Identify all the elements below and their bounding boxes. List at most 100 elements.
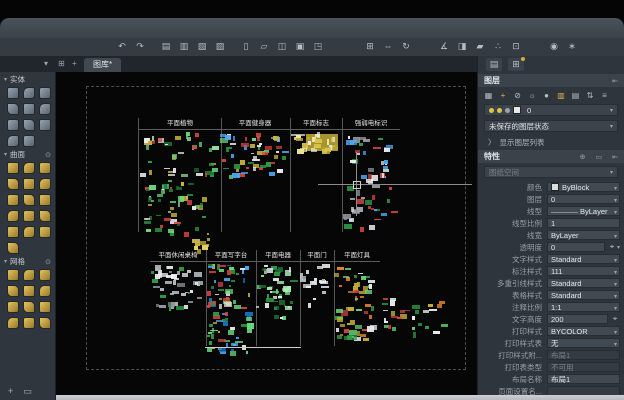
property-value-plot-style-table[interactable]: 无▾ <box>547 338 620 348</box>
palette-section-2[interactable]: ▾网格⊙ <box>4 256 55 267</box>
palette-tool-icon[interactable] <box>39 226 51 238</box>
layer-states-icon[interactable]: ≡ <box>599 90 610 101</box>
panel-collapse-icon[interactable]: ⇤ <box>612 77 618 85</box>
palette-tab-layers[interactable]: ▤ <box>486 58 502 71</box>
quick-select-icon[interactable]: ⇤ <box>612 153 618 161</box>
layer-color-icon[interactable]: ▥ <box>556 90 567 101</box>
palette-tool-icon[interactable] <box>7 226 19 238</box>
print-icon[interactable]: ▤ <box>160 40 172 52</box>
palette-tool-icon[interactable] <box>23 178 35 190</box>
palette-add-button[interactable]: + <box>8 386 13 397</box>
property-value-layout-name[interactable]: 布局1 <box>547 374 620 384</box>
palette-section-1[interactable]: ▾曲面⊙ <box>4 149 55 160</box>
palette-tool-icon[interactable] <box>7 87 19 99</box>
palette-tool-icon[interactable] <box>39 285 51 297</box>
export-icon[interactable]: ◳ <box>312 40 324 52</box>
open-drawing-icon[interactable]: ▱ <box>258 40 270 52</box>
page-setup-icon[interactable]: ▨ <box>214 40 226 52</box>
layer-properties-icon[interactable]: ▦ <box>483 90 494 101</box>
measure-icon[interactable]: ∡ <box>438 40 450 52</box>
palette-tool-icon[interactable] <box>7 103 19 115</box>
drawing-tab-active[interactable]: 图库* <box>84 58 121 72</box>
match-properties-icon[interactable]: ▰ <box>474 40 486 52</box>
palette-tool-icon[interactable] <box>39 178 51 190</box>
palette-tool-icon[interactable] <box>39 301 51 313</box>
palette-tool-icon[interactable] <box>23 103 35 115</box>
palette-tab-blocks[interactable]: ⊞ <box>508 58 524 71</box>
copy-clip-icon[interactable]: ◨ <box>456 40 468 52</box>
plot-preview-icon[interactable]: ▥ <box>178 40 190 52</box>
property-value-mleader-style[interactable]: Standard▾ <box>547 278 620 288</box>
palette-section-0[interactable]: ▾实体 <box>4 74 55 85</box>
render-icon[interactable]: ◉ <box>548 40 560 52</box>
palette-doc-icon[interactable]: ▭ <box>23 386 32 397</box>
palette-tool-icon[interactable] <box>7 194 19 206</box>
transparency-picker-icon[interactable]: ⌖ <box>607 242 617 252</box>
palette-tool-icon[interactable] <box>39 210 51 222</box>
selection-type-dropdown[interactable]: 图纸空间 ▾ <box>484 166 618 178</box>
layer-current-dropdown[interactable]: 0▾ <box>484 104 618 116</box>
property-value-annotation-scale[interactable]: 1:1▾ <box>547 302 620 312</box>
palette-tool-icon[interactable] <box>7 210 19 222</box>
palette-tool-icon[interactable] <box>23 226 35 238</box>
tab-grid-icon[interactable]: ⊞ <box>58 59 65 68</box>
paste-icon[interactable]: ▧ <box>196 40 208 52</box>
section-gear-icon[interactable]: ⊙ <box>45 258 51 266</box>
palette-tool-icon[interactable] <box>39 317 51 329</box>
layer-off-icon[interactable]: ⊘ <box>512 90 523 101</box>
palette-tool-icon[interactable] <box>39 119 51 131</box>
zoom-window-icon[interactable]: ⊞ <box>364 40 376 52</box>
palette-tool-icon[interactable] <box>39 269 51 281</box>
palette-tool-icon[interactable] <box>23 285 35 297</box>
drawing-canvas[interactable]: 平面植物平面健身器平面标志强弱电标识平面休闲桌椅平面写字台平面电器平面门平面灯具 <box>56 72 478 395</box>
save-icon[interactable]: ◫ <box>276 40 288 52</box>
property-value-table-style[interactable]: Standard▾ <box>547 290 620 300</box>
point-style-icon[interactable]: ∴ <box>492 40 504 52</box>
property-value-transparency[interactable]: 0 <box>547 242 605 252</box>
redo-icon[interactable]: ↷ <box>134 40 146 52</box>
palette-tool-icon[interactable] <box>39 103 51 115</box>
property-value-text-style[interactable]: Standard▾ <box>547 254 620 264</box>
property-value-color[interactable]: ByBlock▾ <box>547 182 620 192</box>
palette-tool-icon[interactable] <box>7 269 19 281</box>
property-value-linetype[interactable]: ————ByLayer▾ <box>547 206 620 216</box>
orbit-icon[interactable]: ↻ <box>400 40 412 52</box>
property-value-plot-style[interactable]: BYCOLOR▾ <box>547 326 620 336</box>
section-gear-icon[interactable]: ⊙ <box>45 151 51 159</box>
palette-tool-icon[interactable] <box>39 194 51 206</box>
tab-menu-icon[interactable]: ▾ <box>44 59 48 68</box>
palette-tool-icon[interactable] <box>23 210 35 222</box>
palette-tool-icon[interactable] <box>7 162 19 174</box>
palette-tool-icon[interactable] <box>23 135 35 147</box>
layer-lock-icon[interactable]: ● <box>541 90 552 101</box>
options-icon[interactable]: ∗ <box>566 40 578 52</box>
new-tab-button[interactable]: + <box>72 59 77 68</box>
layer-match-icon[interactable]: ▤ <box>570 90 581 101</box>
palette-tool-icon[interactable] <box>23 317 35 329</box>
property-value-lineweight[interactable]: ByLayer▾ <box>547 230 620 240</box>
palette-tool-icon[interactable] <box>7 301 19 313</box>
palette-tool-icon[interactable] <box>7 317 19 329</box>
palette-tool-icon[interactable] <box>39 87 51 99</box>
palette-tool-icon[interactable] <box>23 301 35 313</box>
layer-state-dropdown[interactable]: 未保存的图层状态 ▾ <box>484 120 618 132</box>
palette-tool-icon[interactable] <box>23 194 35 206</box>
palette-tool-icon[interactable] <box>7 285 19 297</box>
layer-freeze-icon[interactable]: ☼ <box>527 90 538 101</box>
select-objects-icon[interactable]: ▭ <box>596 153 603 161</box>
palette-tool-icon[interactable] <box>7 242 19 254</box>
title-bar[interactable]: AAutodesk AutoCAD 2022图库.dwg 登录 ▾ <box>0 18 624 39</box>
text-height-picker-icon[interactable]: ⌖ <box>610 314 620 324</box>
show-layer-list-link[interactable]: 〉 显示图层列表 <box>488 137 545 148</box>
insert-block-icon[interactable]: ⊡ <box>510 40 522 52</box>
palette-tool-icon[interactable] <box>23 269 35 281</box>
pan-icon[interactable]: ⇔ <box>382 40 394 52</box>
palette-tool-icon[interactable] <box>7 135 19 147</box>
palette-tool-icon[interactable] <box>39 162 51 174</box>
palette-tool-icon[interactable] <box>23 119 35 131</box>
property-value-dim-style[interactable]: 111▾ <box>547 266 620 276</box>
undo-icon[interactable]: ↶ <box>116 40 128 52</box>
layer-previous-icon[interactable]: ⇅ <box>585 90 596 101</box>
layer-new-icon[interactable]: + <box>498 90 509 101</box>
palette-tool-icon[interactable] <box>7 119 19 131</box>
